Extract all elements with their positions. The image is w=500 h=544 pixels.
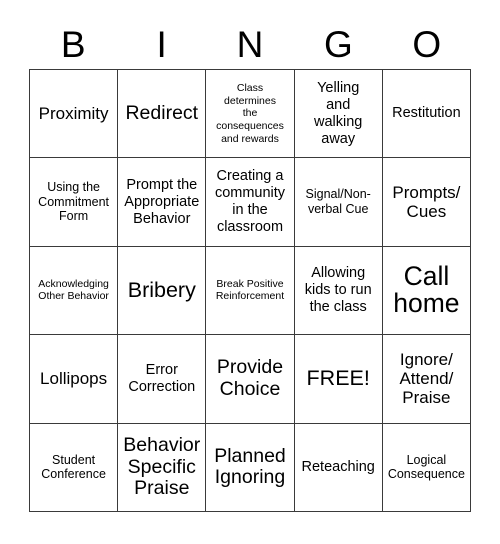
bingo-cell[interactable]: Planned Ignoring <box>206 423 295 512</box>
bingo-header-letter-n: N <box>236 23 264 65</box>
bingo-cell[interactable]: Call home <box>382 246 471 336</box>
bingo-cell-label: Prompt the Appropriate Behavior <box>124 176 200 227</box>
bingo-cell-label: Class determines the consequences and re… <box>216 82 284 145</box>
bingo-header-row: B I N G O <box>29 20 471 68</box>
bingo-cell[interactable]: Redirect <box>118 70 207 159</box>
bingo-cell[interactable]: Reteaching <box>294 423 383 512</box>
bingo-cell-label: Redirect <box>125 101 199 124</box>
bingo-cell[interactable]: Yelling and walking away <box>294 70 383 159</box>
bingo-card: B I N G O Proximity Redirect Class deter… <box>0 0 500 544</box>
bingo-cell[interactable]: Using the Commitment Form <box>30 158 119 247</box>
bingo-cell[interactable]: Bribery <box>118 246 207 336</box>
bingo-cell-label: Prompts/ Cues <box>392 182 461 222</box>
bingo-cell-label: Logical Consequence <box>387 452 465 482</box>
bingo-cell-label: Signal/Non- verbal Cue <box>305 187 371 217</box>
bingo-cell-label: Provide Choice <box>216 356 284 400</box>
bingo-cell[interactable]: Lollipops <box>30 335 119 424</box>
bingo-header-letter-o: O <box>412 23 442 65</box>
bingo-cell-label: Bribery <box>127 277 196 302</box>
bingo-cell-label: Proximity <box>38 104 109 124</box>
bingo-cell-label: Call home <box>393 260 460 319</box>
bingo-cell[interactable]: Prompts/ Cues <box>382 158 471 247</box>
bingo-cell-label: Creating a community in the classroom <box>214 168 286 235</box>
bingo-cell-label: Planned Ignoring <box>214 444 286 489</box>
bingo-cell-label: Yelling and walking away <box>314 80 363 147</box>
bingo-cell[interactable]: Signal/Non- verbal Cue <box>294 158 383 247</box>
bingo-cell-free[interactable]: FREE! <box>294 335 383 424</box>
bingo-cell-label: Lollipops <box>40 369 108 389</box>
bingo-cell[interactable]: Break Positive Reinforcement <box>206 246 295 336</box>
bingo-cell[interactable]: Creating a community in the classroom <box>206 158 295 247</box>
bingo-header-letter-i: I <box>156 23 167 65</box>
bingo-cell-label: Acknowledging Other Behavior <box>38 277 109 303</box>
bingo-cell[interactable]: Error Correction <box>118 335 207 424</box>
bingo-cell[interactable]: Allowing kids to run the class <box>294 246 383 336</box>
bingo-cell[interactable]: Provide Choice <box>206 335 295 424</box>
bingo-cell-label: Allowing kids to run the class <box>304 265 372 315</box>
bingo-cell[interactable]: Student Conference <box>30 423 119 512</box>
bingo-header-letter-g: G <box>324 23 353 65</box>
bingo-cell[interactable]: Restitution <box>382 70 471 159</box>
bingo-cell-label: Break Positive Reinforcement <box>215 277 285 303</box>
bingo-cell[interactable]: Behavior Specific Praise <box>118 423 207 512</box>
bingo-cell-label: Behavior Specific Praise <box>123 434 201 500</box>
bingo-header-letter-b: B <box>60 23 86 65</box>
bingo-cell-label: Ignore/ Attend/ Praise <box>399 350 454 408</box>
bingo-cell-label: Restitution <box>392 105 461 122</box>
bingo-grid: Proximity Redirect Class determines the … <box>29 69 471 512</box>
bingo-cell[interactable]: Acknowledging Other Behavior <box>30 246 119 336</box>
bingo-cell[interactable]: Prompt the Appropriate Behavior <box>118 158 207 247</box>
bingo-cell-label: FREE! <box>306 366 370 391</box>
bingo-cell-label: Student Conference <box>41 452 106 482</box>
bingo-cell[interactable]: Logical Consequence <box>382 423 471 512</box>
bingo-cell-label: Reteaching <box>301 458 375 475</box>
bingo-cell-label: Error Correction <box>128 362 196 395</box>
bingo-cell-label: Using the Commitment Form <box>38 179 110 224</box>
bingo-cell[interactable]: Proximity <box>30 70 119 159</box>
bingo-cell[interactable]: Class determines the consequences and re… <box>206 70 295 159</box>
bingo-cell[interactable]: Ignore/ Attend/ Praise <box>382 335 471 424</box>
